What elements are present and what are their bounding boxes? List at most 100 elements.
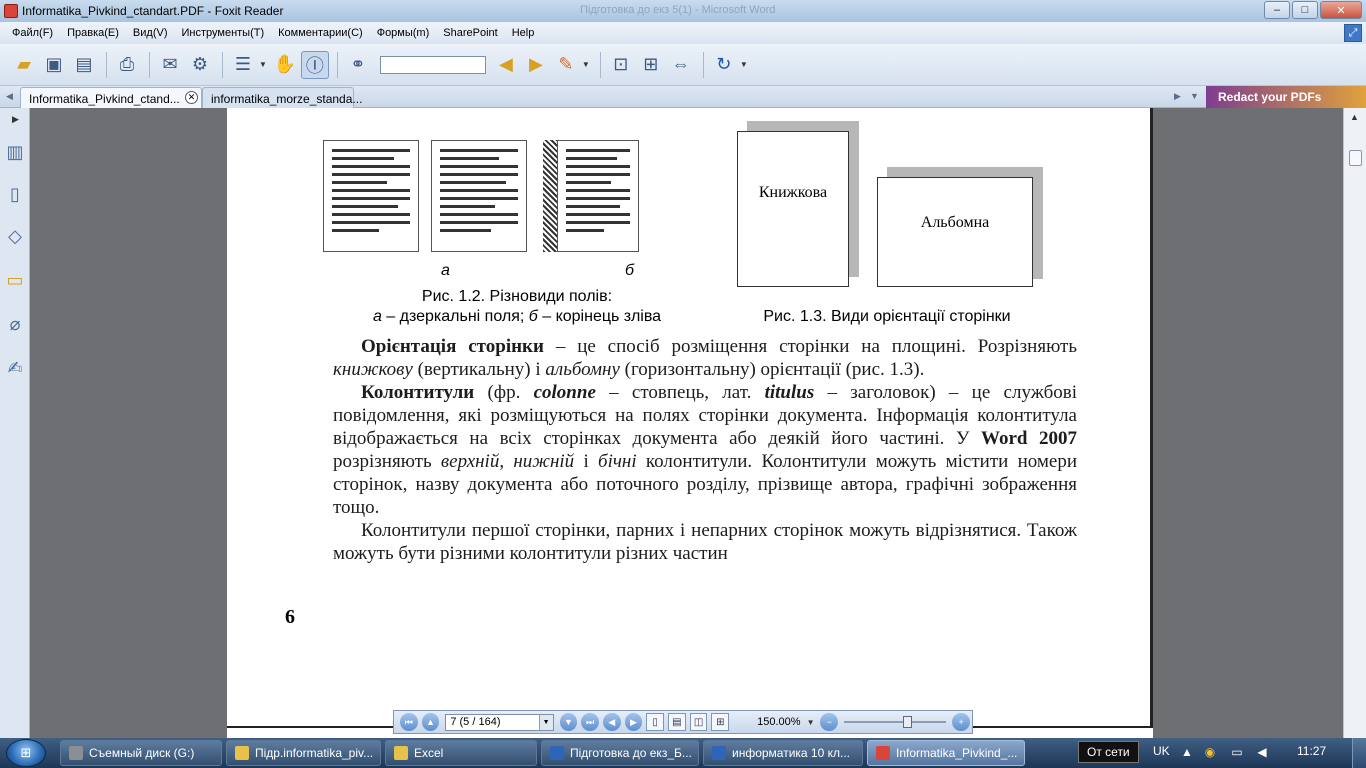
folder-icon [235, 746, 249, 760]
taskbar-foxit[interactable]: Informatika_Pivkind_... [867, 740, 1025, 766]
taskbar-word-doc-1[interactable]: Підготовка до екз_Б... [541, 740, 699, 766]
continuous-page-icon[interactable]: ▤ [667, 713, 686, 731]
taskbar-folder[interactable]: Підр.informatika_piv... [226, 740, 381, 766]
tab-scroll-left-icon[interactable]: ◀ [6, 91, 13, 102]
fit-width-icon[interactable]: ⇔ [667, 51, 695, 79]
menu-tools[interactable]: Инструменты(T) [182, 27, 265, 39]
continuous-facing-icon[interactable]: ⊞ [711, 713, 730, 731]
chevron-down-icon[interactable]: ▼ [538, 714, 553, 730]
actual-size-icon[interactable]: ⊡ [607, 51, 635, 79]
tab-scroll-right-icon[interactable]: ▶ [1174, 91, 1181, 102]
portrait-label: Книжкова [758, 184, 828, 201]
bookmarks-icon[interactable]: ▥ [4, 140, 26, 164]
zoom-slider[interactable] [844, 713, 947, 731]
network-icon[interactable]: ▭ [1230, 745, 1244, 759]
zoom-level[interactable]: 150.00% [757, 716, 800, 728]
chevron-down-icon[interactable]: ▼ [807, 718, 815, 727]
first-page-icon[interactable]: ⏮ [400, 713, 418, 731]
rotate-icon[interactable]: ↻ [710, 51, 738, 79]
mirror-page-left [323, 140, 419, 252]
portrait-page: Книжкова [737, 131, 849, 287]
page-layout-icon[interactable]: ☰ [229, 51, 257, 79]
pages-thumbnail-icon[interactable]: ▯ [4, 182, 26, 206]
menu-file[interactable]: Файл(F) [12, 27, 53, 39]
figure-label-b: б [625, 262, 634, 279]
zoom-slider-knob[interactable] [903, 716, 913, 728]
foxit-icon [876, 746, 890, 760]
tab-close-icon[interactable]: ✕ [185, 91, 198, 104]
menu-forms[interactable]: Формы(m) [377, 27, 430, 39]
go-forward-icon[interactable]: ▶ [624, 713, 643, 731]
clock[interactable]: 11:27 [1297, 744, 1326, 758]
document-viewport[interactable]: а б Рис. 1.2. Різновиди полів: а – дзерк… [31, 108, 1343, 738]
email-icon[interactable]: ✉ [156, 51, 184, 79]
signatures-icon[interactable]: ✍ [4, 356, 26, 380]
menu-help[interactable]: Help [512, 27, 535, 39]
attachments-icon[interactable]: ⌀ [4, 312, 26, 336]
comments-icon[interactable]: ▭ [4, 268, 26, 292]
window-title: Informatika_Pivkind_ctandart.PDF - Foxit… [22, 4, 284, 18]
toolbar-divider [106, 51, 107, 78]
open-folder-icon[interactable]: ▰ [10, 51, 38, 79]
taskbar-excel[interactable]: Excel [385, 740, 537, 766]
redact-banner[interactable]: Redact your PDFs [1206, 86, 1366, 108]
tab-informatika-pivkind[interactable]: Informatika_Pivkind_ctand... [20, 87, 202, 108]
hand-tool-icon[interactable]: ✋ [271, 51, 299, 79]
single-page-icon[interactable]: ▯ [646, 713, 664, 731]
chevron-down-icon[interactable]: ▼ [259, 60, 267, 69]
paragraph-headers-footers: Колонтитули (фр. colonne – стовпець, лат… [333, 382, 1078, 518]
minimize-button[interactable]: – [1264, 1, 1290, 19]
figure-margins-types [323, 140, 641, 256]
taskbar-word-doc-2[interactable]: информатика 10 кл... [703, 740, 863, 766]
chevron-down-icon[interactable]: ▼ [582, 60, 590, 69]
menu-edit[interactable]: Правка(E) [67, 27, 119, 39]
panel-expand-icon[interactable]: ▶ [12, 114, 19, 125]
taskbar-removable-disk[interactable]: Съемный диск (G:) [60, 740, 222, 766]
show-hidden-icons-icon[interactable]: ▲ [1180, 745, 1194, 759]
scroll-up-icon[interactable]: ▲ [1350, 112, 1359, 122]
find-binoculars-icon[interactable]: ⚭ [344, 51, 372, 79]
properties-icon[interactable]: ⚙ [186, 51, 214, 79]
zoom-out-icon[interactable]: − [820, 713, 839, 731]
landscape-label: Альбомна [920, 214, 990, 231]
landscape-page: Альбомна [877, 177, 1033, 287]
menu-comments[interactable]: Комментарии(C) [278, 27, 363, 39]
close-button[interactable]: ✕ [1320, 1, 1362, 19]
page-number-field[interactable]: 7 (5 / 164) ▼ [445, 713, 554, 731]
tab-list-icon[interactable]: ▼ [1190, 91, 1199, 101]
show-desktop-button[interactable] [1352, 738, 1366, 768]
start-button[interactable]: ⊞ [6, 739, 46, 767]
save-icon[interactable]: ▣ [40, 51, 68, 79]
volume-icon[interactable]: ◀ [1255, 745, 1269, 759]
chevron-down-icon[interactable]: ▼ [740, 60, 748, 69]
find-next-icon[interactable]: ▶ [522, 51, 550, 79]
layers-icon[interactable]: ◇ [4, 224, 26, 248]
annotate-icon[interactable]: ✎ [552, 51, 580, 79]
previous-page-icon[interactable]: ▲ [421, 713, 440, 731]
find-previous-icon[interactable]: ◀ [492, 51, 520, 79]
language-indicator[interactable]: UK [1153, 744, 1170, 758]
scrollbar-thumb[interactable] [1349, 150, 1362, 166]
facing-pages-icon[interactable]: ◫ [689, 713, 708, 731]
figure-1-2-caption-line1: Рис. 1.2. Різновиди полів: [421, 288, 613, 305]
tab-informatika-morze[interactable]: informatika_morze_standa... [202, 87, 362, 108]
print-icon[interactable]: ⎙ [113, 51, 141, 79]
menu-view[interactable]: Вид(V) [133, 27, 168, 39]
maximize-button[interactable]: □ [1292, 1, 1318, 19]
save-all-icon[interactable]: ▤ [70, 51, 98, 79]
foxit-app-icon [4, 4, 18, 18]
fit-page-icon[interactable]: ⊞ [637, 51, 665, 79]
restore-view-icon[interactable]: ⤢ [1344, 24, 1362, 42]
last-page-icon[interactable]: ⏭ [581, 713, 599, 731]
go-back-icon[interactable]: ◀ [602, 713, 621, 731]
next-page-icon[interactable]: ▼ [559, 713, 578, 731]
title-bar: Informatika_Pivkind_ctandart.PDF - Foxit… [0, 0, 1366, 22]
vertical-scrollbar[interactable]: ▲ [1343, 108, 1366, 738]
zoom-in-icon[interactable]: + [952, 713, 970, 731]
select-text-icon[interactable]: Ⓘ [300, 50, 329, 79]
page-navigation-bar: ⏮ ▲ 7 (5 / 164) ▼ ▼ ⏭ ◀ ▶ ▯ ▤ ◫ ⊞ 150.00… [393, 710, 973, 734]
menu-sharepoint[interactable]: SharePoint [443, 27, 497, 39]
update-alert-icon[interactable]: ◉ [1203, 745, 1217, 759]
search-input[interactable] [379, 55, 486, 74]
paragraph-orientation: Орієнтація сторінки – це спосіб розміщен… [333, 336, 1077, 380]
